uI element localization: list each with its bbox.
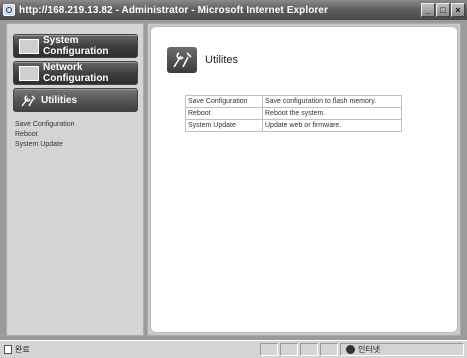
maximize-button[interactable]: □ — [436, 3, 450, 17]
status-done: 완료 — [0, 344, 30, 355]
network-config-icon — [19, 65, 39, 81]
utilities-table: Save Configuration Save configuration to… — [185, 95, 402, 132]
table-row: Save Configuration Save configuration to… — [185, 95, 402, 108]
status-cell — [300, 343, 318, 356]
status-bar: 완료 인터넷 — [0, 340, 467, 358]
wrench-icon — [167, 47, 197, 73]
window-controls: _ □ × — [421, 3, 465, 17]
ie-icon — [3, 4, 15, 16]
sidebar: System Configuration Network Configurati… — [6, 23, 144, 336]
page-icon — [4, 345, 12, 354]
nav-label: Utilities — [41, 94, 78, 106]
sidebar-link-save-configuration[interactable]: Save Configuration — [15, 120, 75, 130]
sidebar-link-reboot[interactable]: Reboot — [15, 130, 75, 140]
status-cell — [280, 343, 298, 356]
row-name[interactable]: Reboot — [185, 107, 263, 120]
close-button[interactable]: × — [451, 3, 465, 17]
system-config-icon — [19, 38, 39, 54]
status-text: 완료 — [15, 345, 30, 354]
sidebar-link-system-update[interactable]: System Update — [15, 140, 75, 150]
nav-label: Network Configuration — [43, 62, 109, 84]
nav-utilities[interactable]: Utilities — [13, 88, 138, 112]
row-description: Save configuration to flash memory. — [262, 95, 402, 108]
minimize-button[interactable]: _ — [421, 3, 435, 17]
window-title: http://168.219.13.82 - Administrator - M… — [19, 4, 329, 16]
page-title: Utilites — [205, 54, 239, 66]
globe-icon — [346, 345, 355, 354]
row-description: Update web or firmware. — [262, 119, 402, 132]
table-row: Reboot Reboot the system. — [185, 107, 402, 120]
zone-text: 인터넷 — [358, 345, 381, 354]
row-name[interactable]: System Update — [185, 119, 263, 132]
sidebar-links: Save Configuration Reboot System Update — [15, 120, 75, 150]
main-content: Utilites Save Configuration Save configu… — [150, 26, 458, 333]
nav-network-configuration[interactable]: Network Configuration — [13, 61, 138, 85]
title-bar: http://168.219.13.82 - Administrator - M… — [0, 0, 467, 20]
status-zone: 인터넷 — [346, 344, 380, 355]
status-cell — [260, 343, 278, 356]
nav-label: System Configuration — [43, 35, 109, 57]
table-row: System Update Update web or firmware. — [185, 119, 402, 132]
status-cell — [320, 343, 338, 356]
row-name[interactable]: Save Configuration — [185, 95, 263, 108]
row-description: Reboot the system. — [262, 107, 402, 120]
wrench-icon — [19, 93, 37, 108]
nav-system-configuration[interactable]: System Configuration — [13, 34, 138, 58]
